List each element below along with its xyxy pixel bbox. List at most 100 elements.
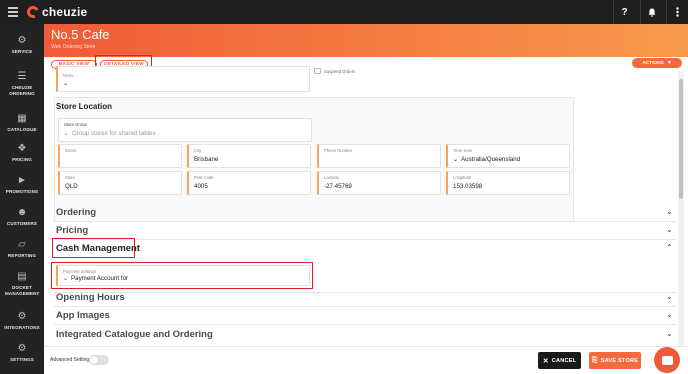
tag-icon: ❖ (17, 143, 27, 154)
cancel-button[interactable]: ✕ CANCEL (538, 352, 581, 369)
phone-number-field[interactable]: Phone Number (317, 144, 441, 168)
sidebar-item-label: PROMOTIONS (5, 189, 39, 194)
advanced-settings-toggle[interactable] (89, 355, 109, 365)
hamburger-menu-icon[interactable] (8, 7, 18, 17)
page-subtitle: Web Ordering Store (51, 44, 96, 50)
help-glyph: ? (621, 6, 628, 18)
dots-glyph (676, 7, 679, 17)
sidebar-item-label: REPORTING (7, 253, 37, 258)
suspend-orders-label: Suspend Orders (324, 69, 356, 74)
top-bar: cheuzie ? (0, 0, 688, 24)
scrollbar-thumb[interactable] (679, 79, 683, 199)
street-label: Street (65, 148, 77, 153)
chevron-down-icon[interactable]: ⌄ (666, 292, 673, 301)
sidebar-item-label: CHEUZIE ORDERING (9, 85, 35, 96)
store-group-placeholder: Group stores for shared tables (72, 130, 156, 137)
cheuzie-logo[interactable]: cheuzie (25, 4, 88, 20)
sidebar-item-service[interactable]: ⚙ SERVICE (0, 36, 44, 55)
latitude-label: Latitude (324, 175, 339, 180)
postcode-value: 4005 (194, 183, 208, 190)
chat-icon (661, 355, 673, 365)
chevron-down-icon: ▼ (666, 60, 672, 66)
latitude-field[interactable]: Latitude -27.45769 (317, 171, 441, 195)
chat-widget-button[interactable] (654, 347, 680, 373)
sidebar-item-label: SETTINGS (10, 357, 34, 362)
timezone-select[interactable]: Time zone ⌄ Australia/Queensland (446, 144, 570, 168)
chevron-down-icon: ⌄ (64, 130, 70, 137)
save-store-button[interactable]: ⎘ SAVE STORE (589, 352, 641, 369)
store-header: No.5 Cafe Web Ordering Store (44, 24, 688, 57)
docket-icon: ▤ (17, 271, 27, 282)
sidebar-item-label: CUSTOMERS (6, 221, 38, 226)
state-value: QLD (65, 183, 78, 190)
chevron-down-icon: ⌄ (63, 81, 69, 87)
longitude-label: Longitude (453, 175, 472, 180)
chevron-down-icon[interactable]: ⌄ (666, 310, 673, 319)
city-label: City (194, 148, 202, 153)
chart-icon: ▱ (18, 239, 26, 250)
longitude-value: 153.03598 (453, 183, 483, 190)
toggle-knob (90, 356, 98, 364)
sidebar-item-label: DOCKET MANAGEMENT (5, 285, 40, 296)
sidebar-item-pricing[interactable]: ❖ PRICING (0, 144, 44, 163)
sidebar-item-label: CATALOGUE (7, 127, 37, 132)
menu-label: Menu (63, 73, 74, 78)
payment-settings-highlight (51, 262, 313, 289)
store-group-label: Store Group (64, 122, 87, 127)
save-icon: ⎘ (591, 356, 598, 364)
longitude-field[interactable]: Longitude 153.03598 (446, 171, 570, 195)
vertical-dots-icon[interactable] (666, 0, 688, 24)
sidebar-item-customers[interactable]: ☻ CUSTOMERS (0, 208, 44, 227)
store-group-select[interactable]: Store Group ⌄ Group stores for shared ta… (58, 118, 312, 142)
latitude-value: -27.45769 (324, 183, 352, 190)
sidebar-item-label: SERVICE (11, 49, 33, 54)
scrollbar[interactable] (678, 71, 684, 346)
section-ordering[interactable]: Ordering (56, 207, 96, 218)
gear-icon: ⚙ (17, 343, 27, 354)
store-location-title: Store Location (56, 102, 113, 111)
divider (54, 221, 676, 222)
state-field[interactable]: State QLD (58, 171, 182, 195)
bell-glyph (648, 8, 655, 17)
cheuzie-logo-mark (25, 4, 41, 20)
chevron-up-icon[interactable]: ⌃ (666, 243, 673, 252)
actions-label: ACTIONS (642, 60, 664, 66)
sidebar-item-promotions[interactable]: ► PROMOTIONS (0, 176, 44, 195)
customers-icon: ☻ (16, 207, 28, 218)
sidebar-item-label: INTEGRATIONS (4, 325, 40, 330)
divider (54, 306, 676, 307)
postcode-field[interactable]: Post Code 4005 (187, 171, 311, 195)
sidebar-item-settings[interactable]: ⚙ SETTINGS (0, 344, 44, 363)
section-opening-hours[interactable]: Opening Hours (56, 292, 125, 303)
section-integrated-catalogue[interactable]: Integrated Catalogue and Ordering (56, 329, 213, 340)
sidebar-item-docket-management[interactable]: ▤ DOCKET MANAGEMENT (0, 272, 44, 296)
section-app-images[interactable]: App Images (56, 310, 110, 321)
divider (54, 292, 676, 293)
page-title: No.5 Cafe (51, 27, 110, 42)
megaphone-icon: ► (17, 175, 27, 186)
question-icon[interactable]: ? (613, 0, 635, 24)
sidebar-item-catalogue[interactable]: ▦ CATALOGUE (0, 114, 44, 133)
sidebar-item-reporting[interactable]: ▱ REPORTING (0, 240, 44, 259)
street-field[interactable]: Street (58, 144, 182, 168)
city-value: Brisbane (194, 156, 219, 163)
footer-bar: Advanced Settings ✕ CANCEL ⎘ SAVE STORE (44, 346, 688, 374)
chevron-down-icon[interactable]: ⌄ (666, 207, 673, 216)
save-label: SAVE STORE (600, 357, 639, 364)
city-field[interactable]: City Brisbane (187, 144, 311, 168)
chevron-down-icon[interactable]: ⌄ (666, 225, 673, 234)
chevron-down-icon[interactable]: ⌄ (666, 329, 673, 338)
divider (54, 239, 676, 240)
bell-icon[interactable] (640, 0, 662, 24)
section-pricing[interactable]: Pricing (56, 225, 88, 236)
postcode-label: Post Code (194, 175, 214, 180)
menu-select[interactable]: Menu ⌄ (56, 66, 310, 92)
actions-button[interactable]: ACTIONS ▼ (632, 58, 682, 68)
sidebar-item-integrations[interactable]: ⚙ INTEGRATIONS (0, 312, 44, 331)
brand-name: cheuzie (42, 5, 88, 19)
sidebar: ⚙ SERVICE ☰ CHEUZIE ORDERING ▦ CATALOGUE… (0, 24, 44, 374)
sidebar-item-cheuzie-ordering[interactable]: ☰ CHEUZIE ORDERING (0, 72, 44, 96)
suspend-orders-checkbox[interactable] (314, 68, 321, 74)
advanced-settings-label: Advanced Settings (50, 357, 92, 363)
service-icon: ⚙ (17, 35, 27, 46)
